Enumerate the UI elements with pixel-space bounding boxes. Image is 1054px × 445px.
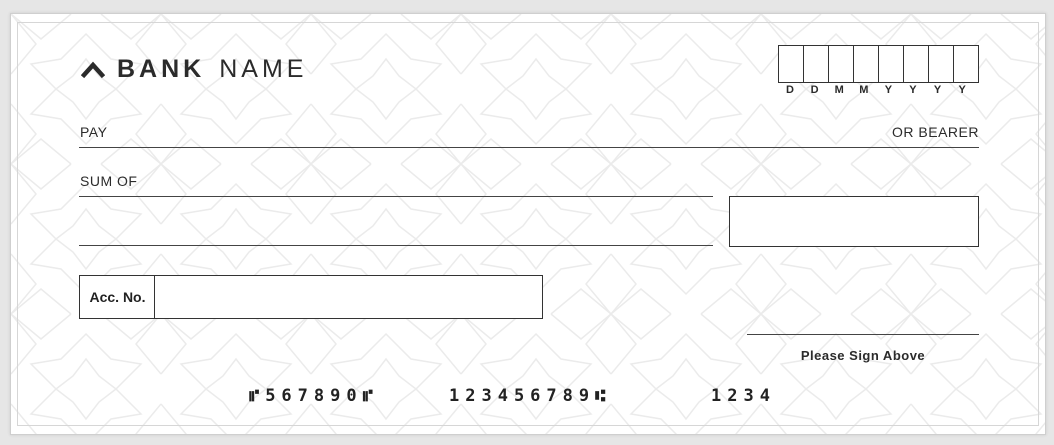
date-digit-box[interactable]: [953, 45, 979, 83]
amount-words-line-2[interactable]: [79, 245, 713, 246]
date-label: Y: [909, 84, 917, 96]
signature-line[interactable]: [747, 334, 979, 335]
signature-label: Please Sign Above: [800, 348, 926, 363]
date-label: Y: [958, 84, 966, 96]
date-label: D: [810, 84, 819, 96]
payee-line[interactable]: [79, 147, 979, 148]
bank-logo: BANK NAME: [81, 53, 307, 85]
pay-label: PAY: [80, 124, 108, 140]
micr-cheque-number: ⑈567890⑈: [249, 386, 379, 406]
account-number-label: Acc. No.: [79, 275, 155, 319]
currency-box[interactable]: [729, 196, 780, 247]
amount-words-line-1[interactable]: [79, 196, 713, 197]
account-number-field[interactable]: [154, 275, 543, 319]
date-digit-box[interactable]: [878, 45, 904, 83]
caret-up-icon: [81, 61, 105, 79]
cheque: BANK NAME D D M M Y Y Y Y PAY OR BEARER …: [10, 13, 1046, 435]
date-digit-box[interactable]: [903, 45, 929, 83]
date-digit-box[interactable]: [803, 45, 829, 83]
date-label: Y: [933, 84, 942, 96]
date-label: M: [834, 84, 844, 96]
date-digit-box[interactable]: [828, 45, 854, 83]
date-label: D: [786, 84, 794, 96]
bank-name-regular: NAME: [219, 54, 308, 83]
micr-account-code: 1234: [711, 386, 776, 406]
amount-figures-box[interactable]: [778, 196, 979, 247]
date-format-labels: D D M M Y Y Y Y: [778, 84, 975, 96]
date-digit-box[interactable]: [853, 45, 879, 83]
date-label: M: [859, 84, 869, 96]
date-field[interactable]: [778, 45, 979, 83]
micr-routing-number: 123456789⑆: [449, 386, 612, 406]
date-label: Y: [884, 84, 893, 96]
date-digit-box[interactable]: [928, 45, 954, 83]
date-digit-box[interactable]: [778, 45, 804, 83]
bank-name-bold: BANK: [117, 54, 206, 83]
or-bearer-label: OR BEARER: [892, 124, 979, 140]
sum-of-label: SUM OF: [80, 173, 138, 189]
